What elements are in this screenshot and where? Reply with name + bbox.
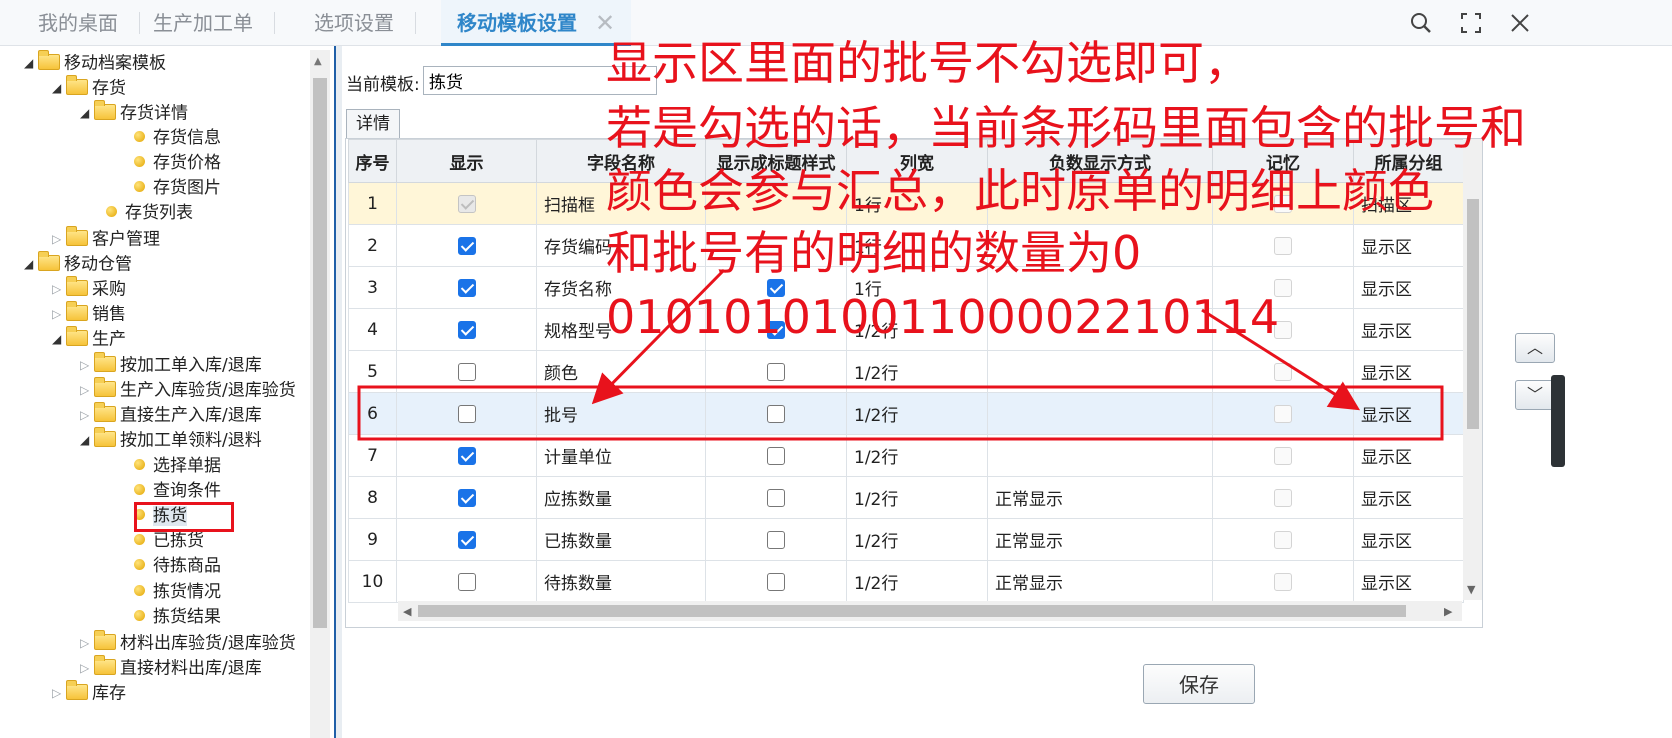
annotation-overlay [357,268,1444,441]
arrow-to-batch-field [591,268,726,405]
batch-row-highlight-box [357,385,1444,441]
arrow-to-batch-group [1201,308,1361,411]
